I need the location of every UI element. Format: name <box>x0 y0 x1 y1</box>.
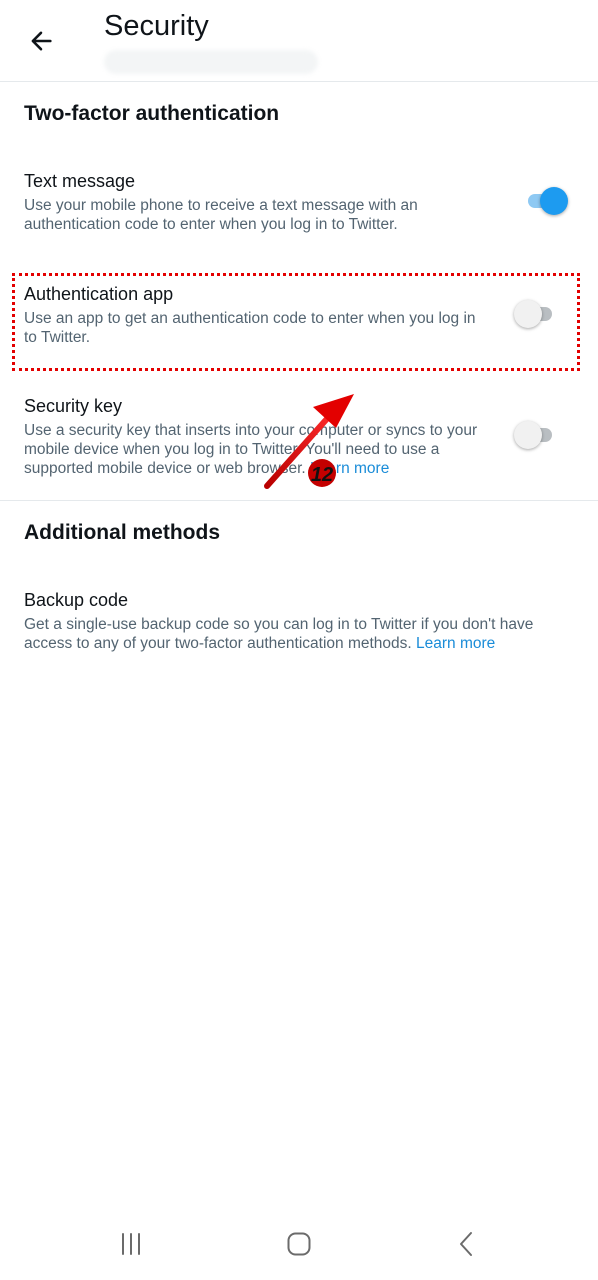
app-header: Security <box>0 0 598 82</box>
option-text-message[interactable]: Text message Use your mobile phone to re… <box>0 165 598 245</box>
back-icon <box>460 1232 472 1256</box>
section-divider <box>0 500 598 501</box>
option-description: Use an app to get an authentication code… <box>24 310 476 346</box>
text-message-toggle[interactable] <box>526 187 568 215</box>
option-description: Get a single-use backup code so you can … <box>24 615 554 653</box>
page-title: Security <box>104 10 209 42</box>
option-label: Authentication app <box>24 284 174 304</box>
option-backup-code[interactable]: Backup code Get a single-use backup code… <box>0 584 598 664</box>
option-description-text: Use a security key that inserts into you… <box>24 422 478 477</box>
security-key-toggle[interactable] <box>514 421 556 449</box>
option-description: Use a security key that inserts into you… <box>24 421 486 478</box>
learn-more-link[interactable]: Learn more <box>416 635 495 652</box>
option-label: Text message <box>24 171 136 191</box>
home-icon <box>287 1232 311 1256</box>
back-button[interactable] <box>24 26 58 56</box>
option-label: Security key <box>24 396 123 416</box>
option-description: Use your mobile phone to receive a text … <box>24 197 418 233</box>
system-nav-bar <box>0 1208 598 1280</box>
home-button[interactable] <box>279 1226 319 1262</box>
system-back-button[interactable] <box>447 1226 487 1262</box>
authentication-app-toggle[interactable] <box>514 300 556 328</box>
arrow-left-icon <box>31 31 52 51</box>
recent-apps-icon <box>122 1233 140 1255</box>
learn-more-link[interactable]: Learn more <box>310 460 389 477</box>
section-title-additional-methods: Additional methods <box>24 521 220 544</box>
option-security-key[interactable]: Security key Use a security key that ins… <box>0 390 598 490</box>
account-handle-redacted <box>104 50 318 74</box>
option-authentication-app[interactable]: Authentication app Use an app to get an … <box>0 278 598 358</box>
option-label: Backup code <box>24 590 129 610</box>
section-title-two-factor: Two-factor authentication <box>24 102 280 125</box>
recent-apps-button[interactable] <box>111 1226 151 1262</box>
